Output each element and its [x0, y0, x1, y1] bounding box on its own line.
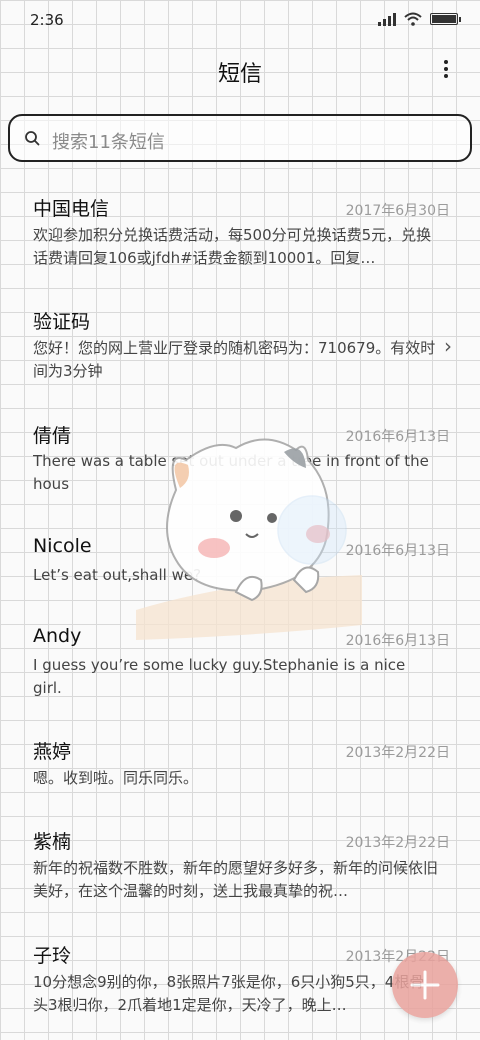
message-item[interactable]: 紫楠 2013年2月22日 新年的祝福数不胜数，新年的愿望好多好多，新年的问候依…	[0, 812, 480, 922]
chevron-right-icon: ›	[444, 334, 452, 358]
message-item[interactable]: 中国电信 2017年6月30日 欢迎参加积分兑换话费活动，每500分可兑换话费5…	[0, 178, 480, 288]
app-header: 短信	[0, 48, 480, 92]
message-preview: 您好！您的网上营业厅登录的随机密码为：710679。有效时间为3分钟	[33, 339, 436, 380]
message-date: 2017年6月30日	[345, 203, 450, 219]
plus-icon	[410, 970, 440, 1000]
page-title: 短信	[217, 62, 262, 87]
message-preview: 欢迎参加积分兑换话费活动，每500分可兑换话费5元，兑换话费请回复106或jfd…	[33, 226, 432, 267]
wifi-icon	[404, 12, 422, 26]
message-preview: 10分想念9别的你，8张照片7张是你，6只小狗5只，4根骨头3根归你，2爪着地1…	[33, 973, 425, 1014]
sender-name: Andy	[33, 625, 82, 647]
cat-illustration	[136, 438, 362, 640]
status-time: 2:36	[30, 11, 64, 29]
message-item[interactable]: 验证码 您好！您的网上营业厅登录的随机密码为：710679。有效时间为3分钟 ›	[0, 290, 480, 400]
message-date: 2013年2月22日	[345, 745, 450, 761]
message-preview: I guess you’re some lucky guy.Stephanie …	[33, 656, 406, 697]
status-bar: 2:36	[0, 0, 480, 40]
sender-name: 验证码	[33, 311, 91, 333]
new-message-button[interactable]	[392, 952, 458, 1018]
sender-name: 倩倩	[33, 425, 72, 447]
battery-icon	[430, 13, 461, 25]
message-item[interactable]: 燕婷 2013年2月22日 嗯。收到啦。同乐同乐。	[0, 722, 480, 808]
message-date: 2013年2月22日	[345, 835, 450, 851]
search-placeholder: 搜索11条短信	[52, 132, 165, 153]
message-preview: 嗯。收到啦。同乐同乐。	[33, 769, 199, 787]
sender-name: Nicole	[33, 535, 92, 557]
message-preview: 新年的祝福数不胜数，新年的愿望好多好多，新年的问候依旧美好，在这个温馨的时刻，送…	[33, 859, 438, 900]
status-icons	[378, 12, 461, 26]
sender-name: 子玲	[33, 945, 72, 967]
sender-name: 紫楠	[33, 831, 72, 853]
more-vertical-icon[interactable]	[436, 56, 456, 82]
signal-icon	[378, 12, 396, 26]
search-icon	[25, 131, 40, 146]
search-input[interactable]: 搜索11条短信	[8, 114, 472, 162]
sender-name: 中国电信	[33, 198, 110, 220]
sender-name: 燕婷	[33, 741, 72, 763]
